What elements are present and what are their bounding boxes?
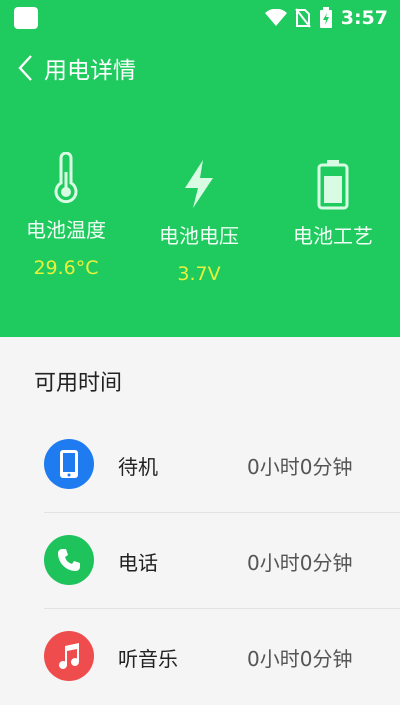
stat-label: 电池电压 <box>159 224 239 248</box>
status-icons: 3:57 <box>264 6 388 30</box>
item-time: 0小时0分钟 <box>247 647 353 671</box>
phone-device-icon <box>60 450 78 478</box>
wifi-icon <box>264 9 287 26</box>
status-time: 3:57 <box>340 7 388 29</box>
lightning-icon <box>185 160 213 208</box>
stat-label: 电池工艺 <box>293 224 373 248</box>
music-icon-badge <box>44 631 94 681</box>
list-item-call[interactable]: 电话 0小时0分钟 <box>44 513 400 609</box>
available-time-panel: 可用时间 待机 0小时0分钟 电话 0小时0分钟 听音乐 0小时0分钟 <box>0 337 400 681</box>
call-icon-badge <box>44 535 94 585</box>
stat-value: 3.7V <box>177 263 221 285</box>
battery-icon <box>317 160 349 210</box>
standby-icon-badge <box>44 439 94 489</box>
battery-charging-icon <box>319 7 332 28</box>
stat-value: 29.6°C <box>33 257 99 279</box>
title-bar: 用电详情 <box>0 48 136 88</box>
item-name: 电话 <box>118 551 158 575</box>
list-item-standby[interactable]: 待机 0小时0分钟 <box>44 417 400 513</box>
item-time: 0小时0分钟 <box>247 455 353 479</box>
back-button[interactable] <box>14 54 36 82</box>
item-name: 听音乐 <box>118 647 178 671</box>
chevron-left-icon <box>18 55 32 81</box>
page-title: 用电详情 <box>44 58 136 84</box>
section-title: 可用时间 <box>34 371 123 396</box>
stat-label: 电池温度 <box>26 218 106 242</box>
no-sim-icon <box>294 8 311 28</box>
status-bar: 3:57 <box>0 0 400 36</box>
header: 3:57 用电详情 电池温度 29.6°C 电池电压 3.7V 电池工艺 <box>0 0 400 337</box>
list-item-music[interactable]: 听音乐 0小时0分钟 <box>44 609 400 705</box>
stat-temperature: 电池温度 29.6°C <box>6 150 126 279</box>
stat-voltage: 电池电压 3.7V <box>139 156 259 285</box>
item-name: 待机 <box>118 455 158 479</box>
item-time: 0小时0分钟 <box>247 551 353 575</box>
call-icon <box>58 549 80 571</box>
stat-technology: 电池工艺 <box>273 156 393 249</box>
thermometer-icon <box>54 152 78 204</box>
music-icon <box>59 643 79 669</box>
notification-icon <box>14 7 38 29</box>
